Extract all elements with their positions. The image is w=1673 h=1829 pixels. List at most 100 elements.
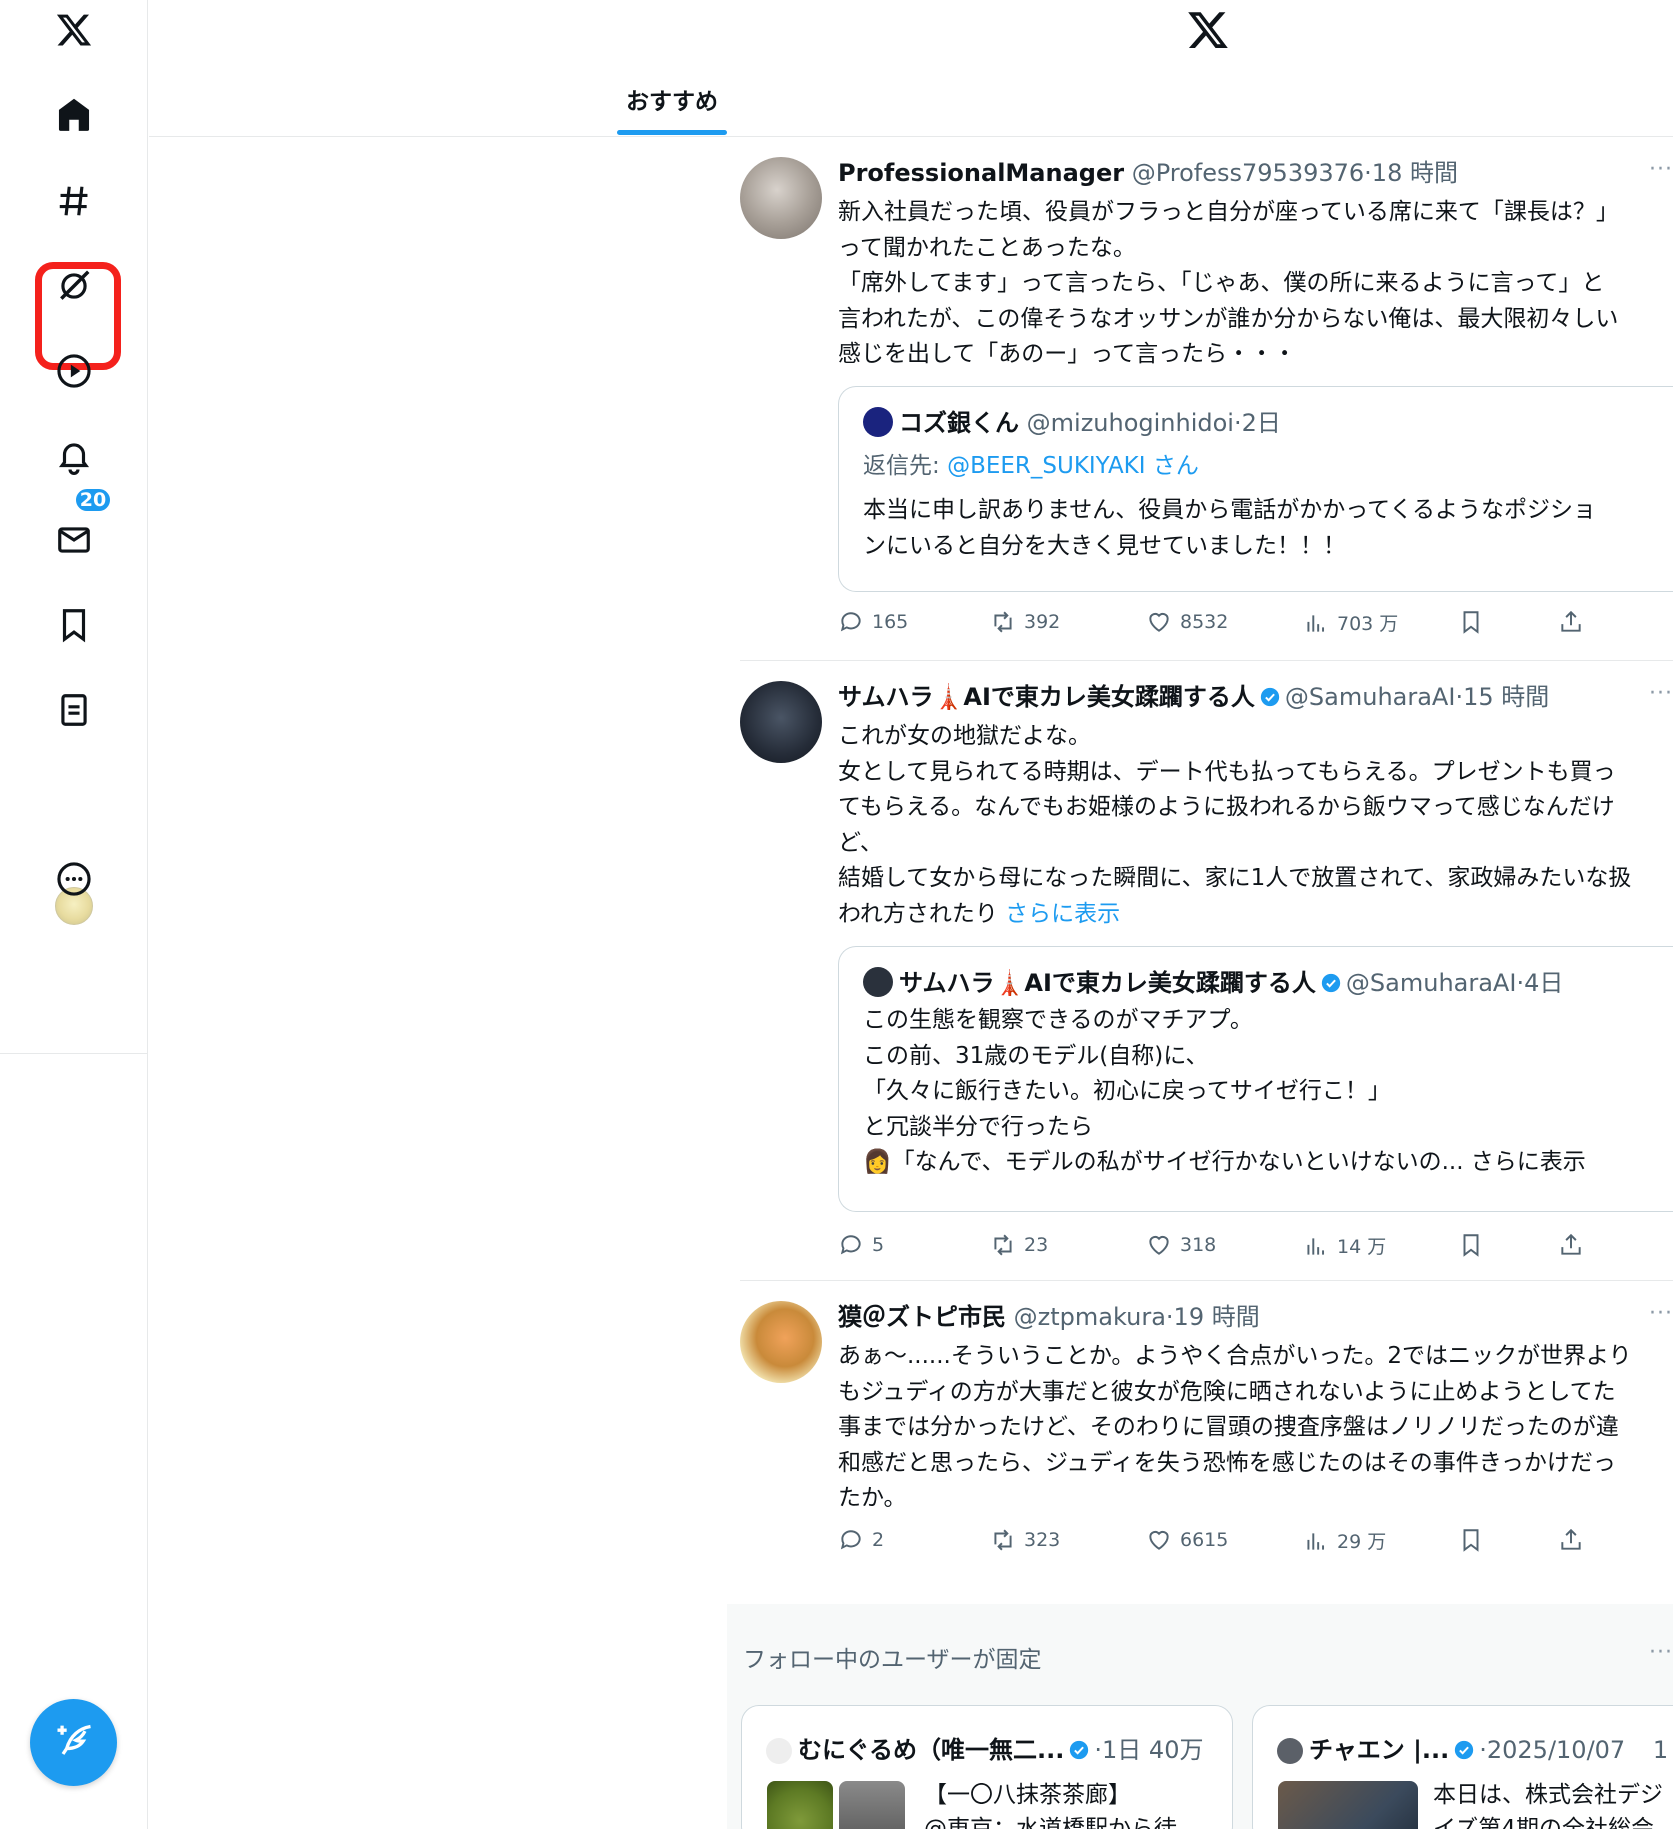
- bookmark-icon: [1463, 1234, 1479, 1257]
- tab-recommended[interactable]: おすすめ: [617, 82, 727, 116]
- quote-text-line: この生態を観察できるのがマチアプ。: [863, 1007, 1253, 1033]
- tweet-time[interactable]: ·15 時間: [1455, 683, 1549, 711]
- reply-button[interactable]: 165: [838, 609, 908, 635]
- tweet-author-handle[interactable]: @SamuharaAI: [1285, 683, 1456, 711]
- tweet-text-fragment: われ方されたり: [838, 900, 1006, 927]
- tweet-time[interactable]: ·18 時間: [1364, 159, 1458, 187]
- quote-author-name: コズ銀くん: [899, 409, 1019, 437]
- tweet-text-line: てもらえる。なんでもお姫様のように扱われるから飯ウマって感じなんだけ: [838, 794, 1615, 820]
- views-icon: [1307, 1532, 1325, 1550]
- show-more-link[interactable]: さらに表示: [1005, 901, 1120, 927]
- tweet-actions: 2 323 6615 29 万: [838, 1527, 1673, 1557]
- verified-badge-icon: [1260, 687, 1280, 707]
- tweet-time[interactable]: ·19 時間: [1166, 1303, 1260, 1331]
- compose-button[interactable]: [30, 1699, 117, 1786]
- like-button[interactable]: 318: [1146, 1232, 1216, 1258]
- retweet-button[interactable]: 323: [990, 1527, 1060, 1553]
- retweet-button[interactable]: 392: [990, 609, 1060, 635]
- quote-reply-prefix: 返信先:: [863, 453, 948, 479]
- views-icon: [1307, 1237, 1325, 1255]
- tweet-actions: 165 392 8532 703 万: [838, 609, 1673, 639]
- home-icon[interactable]: [34, 75, 114, 155]
- tweet-text-line: 「席外してます」って言ったら、「じゃあ、僕の所に来るように言って」と: [838, 270, 1605, 296]
- more-icon[interactable]: [34, 839, 114, 919]
- tweet-author-handle[interactable]: @Profess79539376: [1132, 159, 1364, 187]
- pinned-card-image[interactable]: [1278, 1781, 1418, 1829]
- share-button[interactable]: [1558, 1232, 1584, 1258]
- share-icon: [1561, 1233, 1581, 1255]
- tweet-more-icon[interactable]: ···: [1649, 681, 1673, 706]
- pinned-card-text-line: 本日は、株式会社デジ: [1433, 1782, 1663, 1808]
- tweet-author-name[interactable]: サムハラ🗼AIで東カレ美女蹂躙する人: [838, 683, 1255, 711]
- share-button[interactable]: [1558, 1527, 1584, 1553]
- quote-tweet[interactable]: サムハラ🗼AIで東カレ美女蹂躙する人 @SamuharaAI·4日 この生態を観察…: [838, 946, 1673, 1212]
- tweet-avatar[interactable]: [740, 1301, 822, 1383]
- pinned-card-image[interactable]: [767, 1781, 833, 1829]
- verified-badge-icon: [1455, 1740, 1474, 1760]
- retweet-count: 392: [1024, 611, 1061, 633]
- views-button[interactable]: 14 万: [1303, 1232, 1386, 1259]
- views-button[interactable]: 703 万: [1303, 609, 1398, 636]
- tweet-author-name[interactable]: 獏＠ズトピ市民: [838, 1303, 1006, 1331]
- bookmark-icon[interactable]: [34, 585, 114, 665]
- share-button[interactable]: [1558, 609, 1584, 635]
- retweet-button[interactable]: 23: [990, 1232, 1048, 1258]
- bookmark-button[interactable]: [1458, 1527, 1484, 1553]
- tweet[interactable]: ProfessionalManager @Profess79539376·18 …: [740, 157, 1673, 657]
- retweet-icon: [994, 1234, 1012, 1256]
- list-icon[interactable]: [34, 670, 114, 750]
- quote-avatar: [863, 407, 893, 437]
- pinned-section-title: フォロー中のユーザーが固定: [743, 1647, 1042, 1673]
- header-x-logo-icon[interactable]: [1186, 8, 1230, 52]
- tweet-avatar[interactable]: [740, 681, 822, 763]
- header-divider: [149, 136, 1673, 137]
- tweet-text-line: って聞かれたことあったな。: [838, 234, 1136, 261]
- tweet-more-icon[interactable]: ···: [1649, 1301, 1673, 1326]
- mail-icon[interactable]: [34, 500, 114, 580]
- reply-button[interactable]: 2: [838, 1527, 884, 1553]
- like-button[interactable]: 6615: [1146, 1527, 1228, 1553]
- views-count: 29 万: [1337, 1531, 1387, 1553]
- quote-time: ·4日: [1516, 969, 1564, 997]
- tweet-header: サムハラ🗼AIで東カレ美女蹂躙する人 @SamuharaAI·15 時間: [838, 681, 1549, 713]
- tweet-text-line: 言われたが、この偉そうなオッサンが誰か分からない俺は、最大限初々しい: [838, 305, 1619, 332]
- pinned-card[interactable]: むにぐるめ（唯一無二... ·1日 40万 【一〇八抹茶茶廊】 @東京：水道橋駅か…: [741, 1705, 1233, 1829]
- pinned-card[interactable]: チャエン |... ·2025/10/07 1 本日は、株式会社デジ イズ第4期の…: [1252, 1705, 1673, 1829]
- retweet-icon: [994, 611, 1012, 633]
- quote-time: ·2日: [1233, 409, 1281, 437]
- like-button[interactable]: 8532: [1146, 609, 1228, 635]
- tweet-avatar[interactable]: [740, 157, 822, 239]
- hashtag-icon[interactable]: [34, 161, 114, 241]
- play-icon[interactable]: [34, 331, 114, 411]
- pinned-card-text-line: 【一〇八抹茶茶廊】: [924, 1782, 1131, 1808]
- tweet[interactable]: 獏＠ズトピ市民 @ztpmakura·19 時間 ··· あぁ〜......そう…: [740, 1301, 1673, 1577]
- views-count: 14 万: [1337, 1236, 1387, 1258]
- tweet-text-line: ど、: [838, 829, 883, 856]
- quote-author-name: サムハラ🗼AIで東カレ美女蹂躙する人: [899, 969, 1316, 997]
- bookmark-button[interactable]: [1458, 1232, 1484, 1258]
- pinned-card-image[interactable]: [839, 1781, 905, 1829]
- tweet-more-icon[interactable]: ···: [1649, 157, 1673, 182]
- quote-reply-link[interactable]: @BEER_SUKIYAKI さん: [947, 453, 1199, 479]
- reply-button[interactable]: 5: [838, 1232, 884, 1258]
- tweet-author-handle[interactable]: @ztpmakura: [1014, 1303, 1166, 1331]
- quote-author-handle: @mizuhoginhidoi: [1026, 409, 1234, 437]
- pinned-card-avatar: [1277, 1738, 1303, 1764]
- tweet-text-line: たか。: [838, 1485, 907, 1511]
- tweet[interactable]: サムハラ🗼AIで東カレ美女蹂躙する人 @SamuharaAI·15 時間 ··· …: [740, 681, 1673, 1276]
- x-logo-icon[interactable]: [34, 0, 114, 70]
- pinned-card-text: 【一〇八抹茶茶廊】 @東京：水道橋駅から徒: [924, 1778, 1177, 1829]
- reply-icon: [840, 1235, 861, 1255]
- bell-icon[interactable]: [34, 416, 114, 496]
- pinned-more-icon[interactable]: ···: [1649, 1640, 1673, 1665]
- views-button[interactable]: 29 万: [1303, 1527, 1386, 1554]
- tweet-text-line: 和感だと思ったら、ジュディを失う恐怖を感じたのはその事件きっかけだっ: [838, 1449, 1616, 1476]
- tweet-body: これが女の地獄だよな。 女として見られてる時期は、デート代も払ってもらえる。プレ…: [838, 719, 1673, 932]
- bookmark-button[interactable]: [1458, 609, 1484, 635]
- tab-active-indicator: [617, 130, 727, 135]
- tweet-author-name[interactable]: ProfessionalManager: [838, 159, 1124, 187]
- quote-author-handle: @SamuharaAI: [1345, 969, 1517, 997]
- pinned-card-header: むにぐるめ（唯一無二... ·1日 40万: [766, 1734, 1203, 1766]
- quote-tweet[interactable]: コズ銀くん @mizuhoginhidoi·2日 返信先: @BEER_SUKI…: [838, 386, 1673, 592]
- reply-icon: [840, 612, 861, 632]
